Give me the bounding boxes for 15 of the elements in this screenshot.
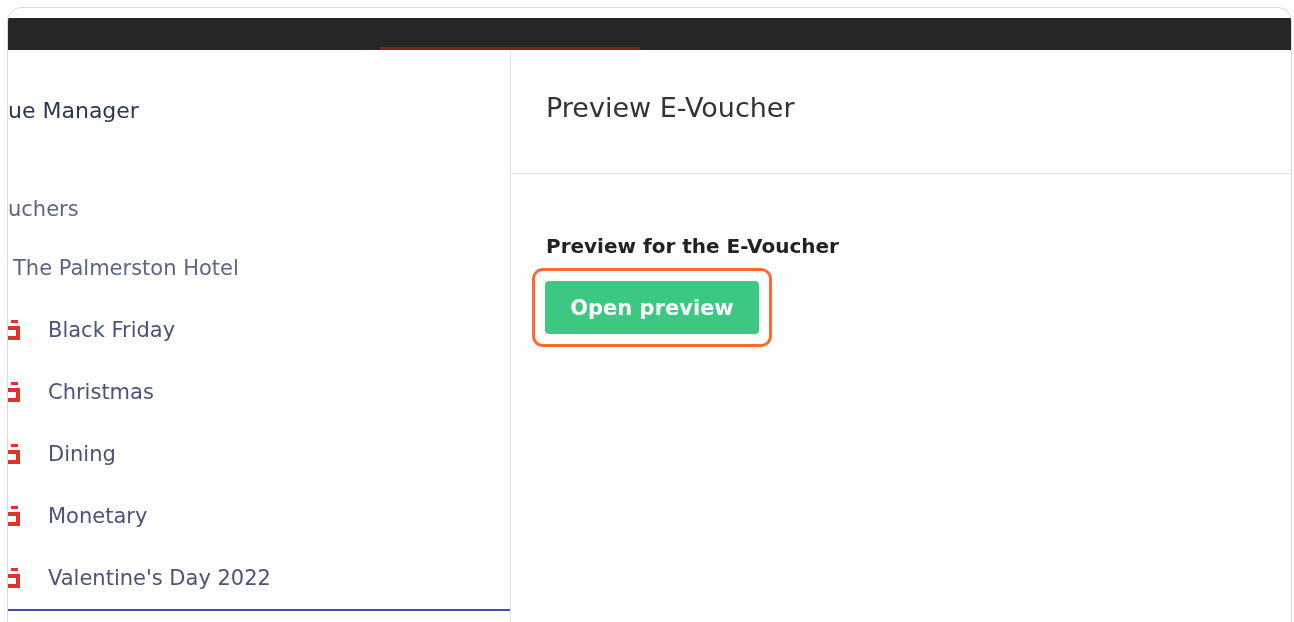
sidebar-item[interactable]: Christmas — [48, 380, 154, 404]
hotel-item[interactable]: The Palmerston Hotel — [13, 253, 510, 283]
sidebar-item[interactable]: Black Friday — [48, 318, 176, 342]
gift-icon — [8, 506, 20, 526]
gift-icon — [8, 382, 20, 402]
sidebar-item[interactable]: Monetary — [48, 504, 148, 528]
preview-label: Preview for the E-Voucher — [546, 234, 840, 258]
gift-icon — [8, 320, 20, 340]
gift-icon — [8, 444, 20, 464]
sidebar-title: ue Manager — [8, 97, 140, 125]
sidebar-item[interactable]: Valentine's Day 2022 — [48, 566, 271, 590]
gift-icon — [8, 568, 20, 588]
sidebar-section[interactable]: uchers — [8, 194, 510, 224]
page-title: Preview E-Voucher — [546, 92, 795, 123]
sidebar-item[interactable]: Dining — [48, 442, 116, 466]
